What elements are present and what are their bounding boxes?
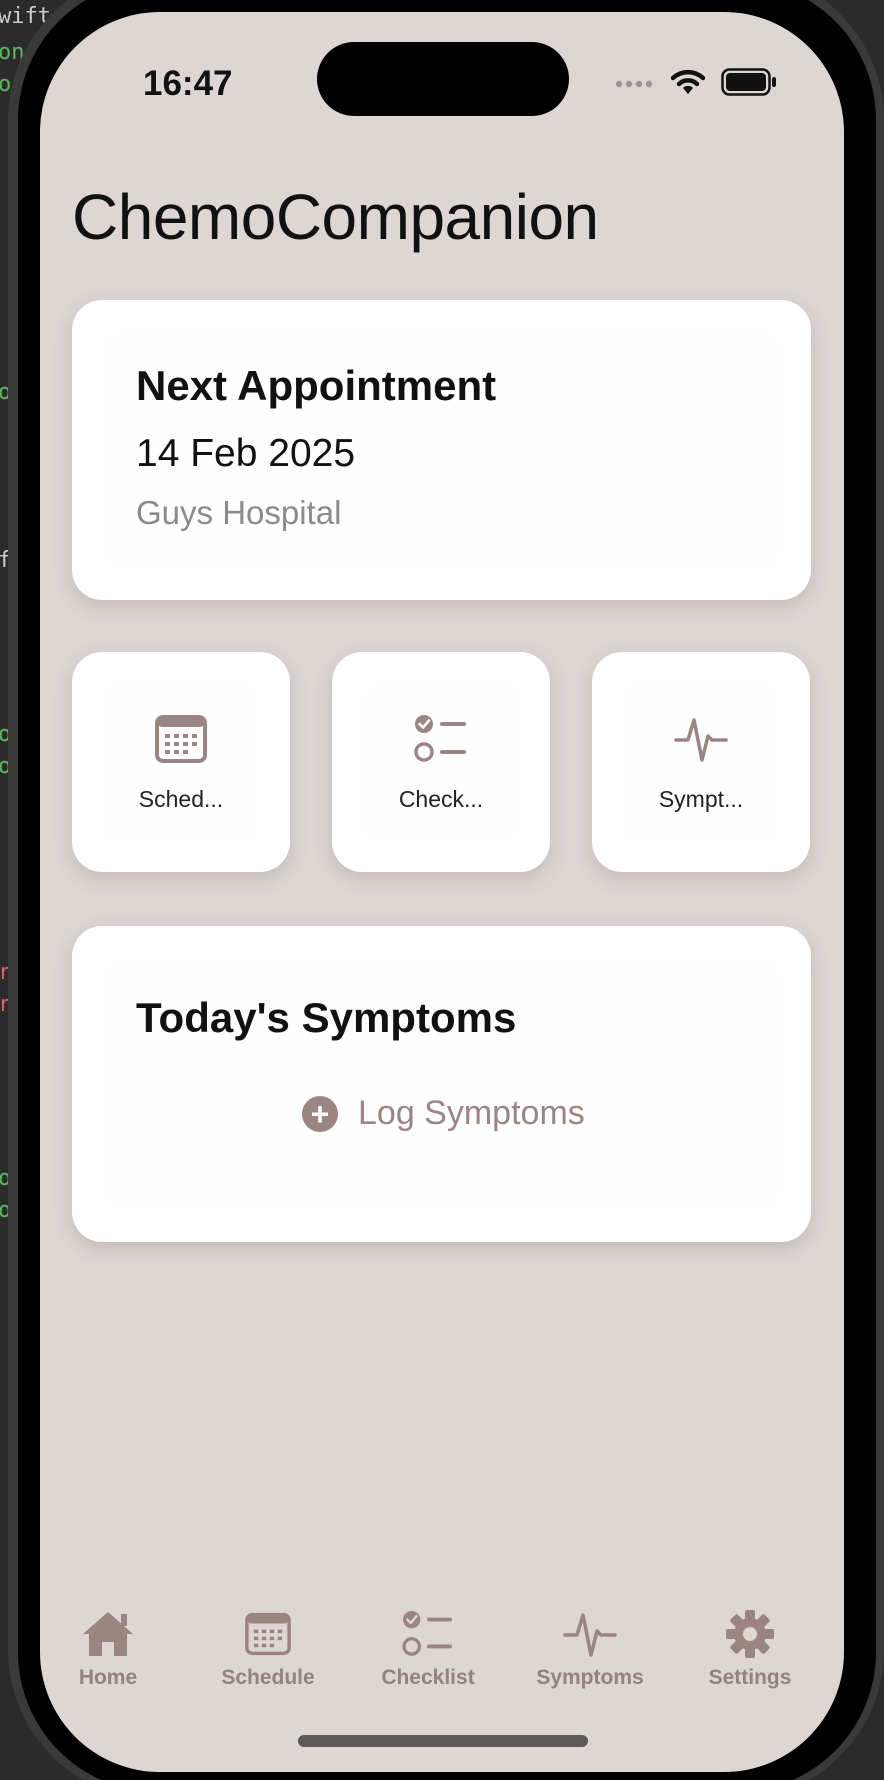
- tab-label: Checklist: [381, 1666, 475, 1689]
- todays-symptoms-card: Today's Symptoms + Log Symptoms: [72, 926, 811, 1242]
- tile-label: Check...: [398, 786, 484, 812]
- appointment-heading: Next Appointment: [136, 362, 497, 409]
- gear-icon: [680, 1608, 820, 1660]
- dynamic-island: [317, 42, 569, 116]
- quick-action-schedule[interactable]: Sched...: [72, 652, 290, 872]
- waveform-icon: [674, 714, 728, 764]
- appointment-date: 14 Feb 2025: [136, 432, 356, 475]
- home-indicator[interactable]: [298, 1735, 588, 1747]
- tile-label: Sympt...: [658, 786, 744, 812]
- phone-screen: 16:47 ChemoCompanion Next Appointment 14…: [40, 12, 844, 1772]
- checklist-icon: [358, 1608, 498, 1660]
- quick-action-symptoms[interactable]: Sympt...: [592, 652, 810, 872]
- tab-symptoms[interactable]: Symptoms: [520, 1602, 660, 1690]
- calendar-icon: [154, 714, 208, 764]
- tab-checklist[interactable]: Checklist: [358, 1602, 498, 1690]
- calendar-icon: [198, 1608, 338, 1660]
- wifi-icon: [670, 68, 706, 101]
- tab-bar: Home Schedule Checklist Symptoms Setting…: [40, 1602, 844, 1712]
- tab-home[interactable]: Home: [40, 1602, 178, 1690]
- battery-icon: [721, 68, 777, 101]
- log-symptoms-button[interactable]: + Log Symptoms: [302, 1094, 585, 1133]
- waveform-icon: [520, 1608, 660, 1660]
- page-title: ChemoCompanion: [72, 181, 599, 253]
- log-symptoms-label: Log Symptoms: [358, 1094, 585, 1132]
- tab-settings[interactable]: Settings: [680, 1602, 820, 1690]
- checklist-icon: [414, 714, 468, 764]
- tab-label: Settings: [708, 1666, 792, 1689]
- tile-label: Sched...: [138, 786, 224, 812]
- signal-dots-icon: [615, 76, 655, 94]
- device-stage: wift on or o f o o r r o o 16:47: [0, 0, 884, 1780]
- status-time: 16:47: [143, 64, 233, 103]
- symptoms-heading: Today's Symptoms: [136, 994, 517, 1041]
- plus-circle-icon: +: [302, 1095, 338, 1132]
- status-icons: [615, 68, 777, 101]
- appointment-location: Guys Hospital: [136, 494, 342, 531]
- next-appointment-card[interactable]: Next Appointment 14 Feb 2025 Guys Hospit…: [72, 300, 811, 600]
- tab-label: Home: [78, 1666, 138, 1689]
- house-icon: [40, 1608, 178, 1660]
- tab-schedule[interactable]: Schedule: [198, 1602, 338, 1690]
- tab-label: Schedule: [221, 1666, 315, 1689]
- quick-action-checklist[interactable]: Check...: [332, 652, 550, 872]
- tab-label: Symptoms: [536, 1666, 644, 1689]
